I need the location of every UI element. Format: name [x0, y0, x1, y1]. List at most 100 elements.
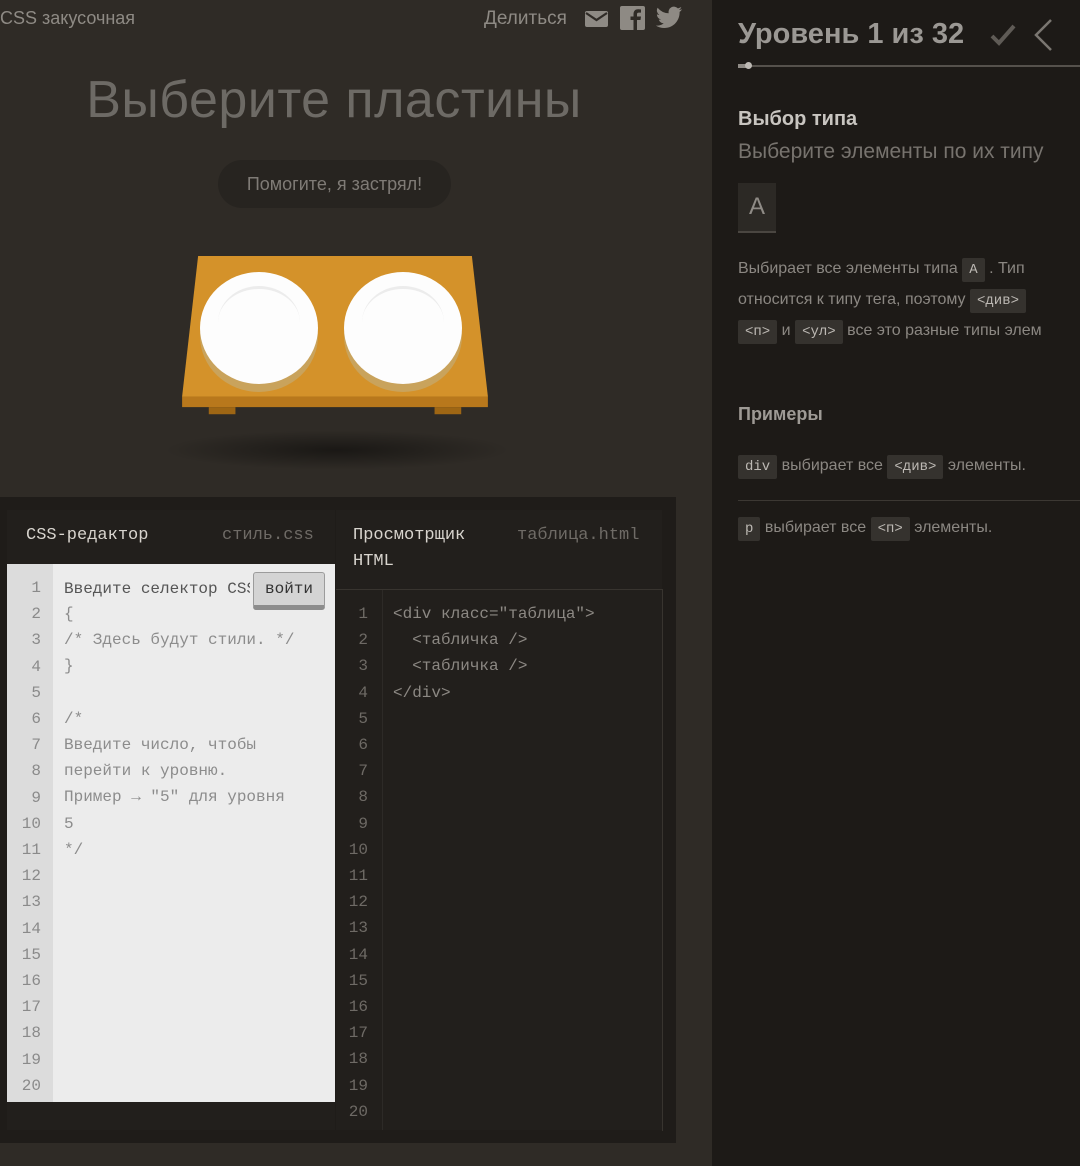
line-number: 12	[21, 867, 41, 886]
line-number: 3	[31, 631, 41, 650]
line-number: 10	[348, 840, 368, 859]
level-indicator[interactable]: Уровень 1 из 32	[738, 18, 964, 51]
hint-line-3: <п> и <ул> все это разные типы элем	[738, 320, 1042, 344]
hint-tag: <п>	[738, 320, 778, 344]
example-code: p	[738, 517, 761, 541]
hint-text: все это разные типы элем	[847, 322, 1042, 339]
line-number: 15	[348, 971, 368, 990]
html-viewer-title-line2: HTML	[353, 552, 394, 571]
twitter-icon[interactable]	[655, 6, 683, 30]
line-number: 9	[31, 788, 41, 807]
line-number: 20	[348, 1102, 368, 1121]
example-tag: <п>	[870, 517, 910, 541]
line-number: 14	[21, 919, 41, 938]
code-line: /* Здесь будут стили. */	[64, 631, 295, 650]
line-number: 5	[31, 683, 41, 702]
code-line: {	[64, 605, 74, 623]
line-number: 2	[31, 605, 41, 624]
code-line: <div класс="таблица">	[393, 605, 595, 623]
line-number: 4	[31, 657, 41, 676]
code-line: перейти к уровню.	[64, 762, 228, 781]
line-number: 20	[21, 1076, 41, 1095]
example-text: элементы.	[914, 519, 993, 536]
hint-text: . Тип	[989, 260, 1025, 277]
line-number: 6	[358, 736, 368, 754]
line-number: 16	[348, 998, 368, 1016]
mail-icon[interactable]	[584, 6, 609, 30]
code-line: }	[64, 657, 74, 676]
hint-tag: <див>	[970, 289, 1027, 313]
line-number: 14	[348, 945, 368, 964]
code-line: Пример → "5" для уровня	[64, 788, 285, 807]
hint-text: и	[781, 322, 791, 339]
enter-button[interactable]: войти	[253, 572, 325, 610]
line-number: 6	[31, 710, 41, 728]
game-area: CSS закусочная Делиться Выберите пластин…	[0, 0, 712, 1166]
hint-text: относится к типу тега, поэтому	[738, 291, 966, 308]
hint-line-1: Выбирает все элементы типа A . Тип	[738, 258, 1025, 282]
html-file-name: таблица.html	[517, 526, 640, 545]
line-number: 17	[348, 1024, 368, 1043]
help-button[interactable]: Помогите, я застрял!	[218, 160, 451, 208]
html-viewer-title-line1: Просмотрщик	[353, 526, 466, 545]
line-number: 11	[21, 841, 41, 859]
line-number: 3	[358, 657, 368, 676]
level-instruction: Выберите пластины	[86, 71, 582, 129]
css-editor-title: CSS-редактор	[26, 526, 149, 545]
css-file-name: стиль.css	[222, 526, 314, 545]
hint-tag: <ул>	[795, 320, 843, 344]
line-number: 15	[21, 945, 41, 964]
selector-description: Выберите элементы по их типу	[738, 140, 1044, 163]
example-code: div	[738, 455, 778, 479]
previous-level-icon[interactable]	[1032, 18, 1054, 52]
line-number: 5	[358, 709, 368, 728]
example-text: элементы.	[947, 457, 1026, 474]
sidebar: Уровень 1 из 32 Выбор типа Выберите элем…	[712, 0, 1080, 1166]
line-number: 19	[21, 1050, 41, 1069]
selector-syntax: A	[738, 183, 776, 233]
selector-name: Выбор типа	[738, 108, 858, 130]
code-line: <табличка />	[393, 657, 528, 676]
line-number: 10	[21, 814, 41, 833]
plate[interactable]	[344, 272, 462, 384]
progress-track	[738, 65, 1080, 67]
line-number: 4	[358, 683, 368, 702]
examples-divider	[738, 500, 1080, 501]
plate[interactable]	[200, 272, 318, 384]
example-text: выбирает все	[764, 519, 867, 536]
example-tag: <див>	[887, 455, 944, 479]
line-number: 19	[348, 1076, 368, 1095]
line-number: 16	[21, 972, 41, 990]
line-number: 18	[348, 1050, 368, 1069]
html-viewer-title: Просмотрщик HTML	[353, 523, 465, 575]
code-line: /*	[64, 709, 84, 728]
facebook-icon[interactable]	[620, 6, 645, 30]
line-number: 13	[21, 893, 41, 912]
code-line: </div>	[393, 683, 451, 702]
line-number: 8	[358, 788, 368, 807]
example-text: выбирает все	[781, 457, 883, 474]
line-number: 17	[21, 998, 41, 1017]
app-title[interactable]: CSS закусочная	[0, 8, 135, 29]
line-number: 2	[358, 631, 368, 650]
examples-title: Примеры	[738, 404, 823, 424]
example-item: div выбирает все <див> элементы.	[738, 455, 1026, 479]
line-number: 11	[348, 867, 368, 885]
css-selector-input[interactable]	[64, 576, 250, 602]
line-number: 7	[358, 762, 368, 781]
hint-tag: A	[962, 258, 985, 282]
share-label: Делиться	[484, 8, 567, 29]
code-line: 5	[64, 814, 74, 833]
hint-line-2: относится к типу тега, поэтому <див>	[738, 289, 1027, 313]
line-number: 1	[358, 605, 368, 623]
line-number: 12	[348, 893, 368, 912]
example-item: p выбирает все <п> элементы.	[738, 517, 992, 541]
hint-text: Выбирает все элементы типа	[738, 260, 958, 277]
code-line: */	[64, 840, 84, 859]
line-number: 9	[358, 814, 368, 833]
code-line: Введите число, чтобы	[64, 736, 257, 754]
line-number: 13	[348, 919, 368, 938]
checkmark-icon	[990, 24, 1016, 46]
progress-marker	[745, 62, 752, 69]
line-number: 7	[31, 736, 41, 755]
